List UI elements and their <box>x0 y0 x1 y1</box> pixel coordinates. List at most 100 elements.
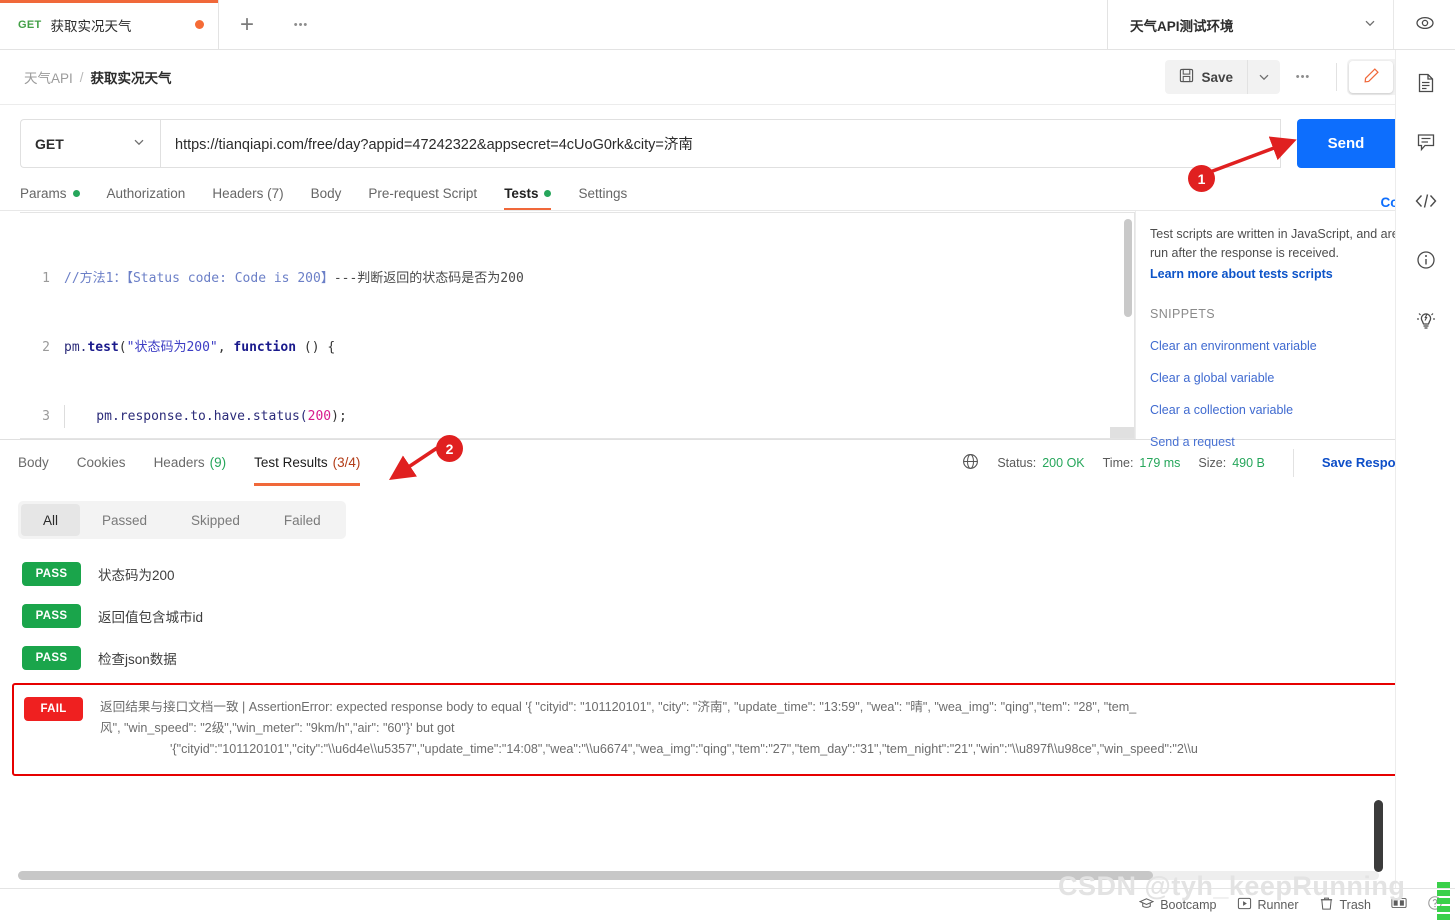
time-metric: Time: 179 ms <box>1103 456 1181 470</box>
request-tab-title: 获取实况天气 <box>50 18 132 34</box>
size-label: Size: <box>1198 455 1227 470</box>
trash-button[interactable]: Trash <box>1319 896 1372 914</box>
environment-name: 天气API测试环境 <box>1130 18 1234 34</box>
tab-headers[interactable]: Headers (7) <box>212 186 300 210</box>
breadcrumb-request-name[interactable]: 获取实况天气 <box>91 67 172 87</box>
chevron-down-icon <box>1363 16 1377 33</box>
test-result-row: PASS 检查json数据 <box>0 637 1455 679</box>
status-value: 200 OK <box>1042 455 1085 470</box>
eye-icon <box>1415 13 1435 36</box>
time-label: Time: <box>1102 455 1134 470</box>
response-headers-count: (9) <box>209 455 227 470</box>
code-line: 1 //方法1：【Status code: Code is 200】---判断返回… <box>20 267 1134 290</box>
size-metric: Size: 490 B <box>1198 456 1264 470</box>
response-horizontal-scrollbar[interactable] <box>0 865 1393 887</box>
params-indicator-dot <box>72 190 80 197</box>
bootcamp-label: Bootcamp <box>1160 897 1217 912</box>
http-method-select[interactable]: GET <box>20 119 160 168</box>
response-tab-test-results[interactable]: Test Results (3/4) <box>254 440 361 486</box>
runner-button[interactable]: Runner <box>1237 896 1299 914</box>
bootcamp-button[interactable]: Bootcamp <box>1138 896 1217 914</box>
status-badge: PASS <box>22 604 81 628</box>
bootcamp-icon <box>1138 896 1155 914</box>
response-tab-body[interactable]: Body <box>18 440 49 486</box>
trash-label: Trash <box>1339 897 1372 912</box>
failed-test-message: 返回结果与接口文档一致 | AssertionError: expected r… <box>100 697 1431 760</box>
annotation-marker-1: 1 <box>1188 165 1215 192</box>
breadcrumb-separator: / <box>79 69 84 85</box>
tab-settings[interactable]: Settings <box>578 186 644 210</box>
line-number: 2 <box>42 340 50 355</box>
documentation-icon[interactable] <box>1415 72 1437 97</box>
comments-icon[interactable] <box>1415 131 1437 156</box>
tab-bar: GET 获取实况天气 + ••• 天气API测试环境 <box>0 0 1455 50</box>
tab-pre-request-script[interactable]: Pre-request Script <box>368 186 494 210</box>
test-results-list: PASS 状态码为200 PASS 返回值包含城市id PASS 检查json数… <box>0 553 1455 776</box>
new-tab-button[interactable]: + <box>219 0 275 49</box>
floppy-disk-icon <box>1179 68 1194 86</box>
line-content: //方法1：【Status code: Code is 200】---判断返回的… <box>64 271 524 286</box>
globe-icon <box>962 453 979 473</box>
failed-message-line-3: '{"cityid":"101120101","city":"\\u6d4e\\… <box>170 742 1198 756</box>
tab-options-icon[interactable]: ••• <box>275 0 327 49</box>
lightbulb-icon[interactable] <box>1414 308 1438 335</box>
tab-tests[interactable]: Tests <box>504 186 568 210</box>
request-tab-active[interactable]: GET 获取实况天气 <box>0 0 219 49</box>
response-tab-headers-label: Headers <box>153 455 205 470</box>
line-content: pm.response.to.have.status(200); <box>64 405 347 428</box>
status-bar: Bootcamp Runner Trash <box>0 888 1455 920</box>
tab-params[interactable]: Params <box>20 186 97 210</box>
tab-settings-label: Settings <box>578 186 628 201</box>
tests-editor-area: 1 //方法1：【Status code: Code is 200】---判断返回… <box>0 211 1455 449</box>
tab-headers-label: Headers (7) <box>212 186 284 201</box>
test-result-row: PASS 状态码为200 <box>0 553 1455 595</box>
filter-failed[interactable]: Failed <box>262 504 343 536</box>
tab-body-label: Body <box>310 186 342 201</box>
tab-bar-spacer <box>327 0 1108 49</box>
response-vertical-scrollbar[interactable] <box>1374 800 1383 872</box>
runner-label: Runner <box>1257 897 1299 912</box>
code-snippet-icon[interactable] <box>1414 190 1438 215</box>
url-input[interactable]: https://tianqiapi.com/free/day?appid=472… <box>160 119 1281 168</box>
tab-params-label: Params <box>20 186 67 201</box>
tab-authorization[interactable]: Authorization <box>107 186 203 210</box>
test-result-row: PASS 返回值包含城市id <box>0 595 1455 637</box>
response-meta: Status: 200 OK Time: 179 ms Size: 490 B … <box>962 448 1439 477</box>
test-result-filters: All Passed Skipped Failed <box>18 501 346 539</box>
filter-passed[interactable]: Passed <box>80 504 169 536</box>
response-tab-headers[interactable]: Headers (9) <box>154 440 227 486</box>
line-content: pm.test("状态码为200", function () { <box>64 340 336 355</box>
filter-skipped[interactable]: Skipped <box>169 504 262 536</box>
status-metric: Status: 200 OK <box>997 456 1084 470</box>
time-value: 179 ms <box>1139 455 1181 470</box>
test-results-count: (3/4) <box>332 455 361 470</box>
toolbar-divider <box>1336 63 1337 91</box>
edit-mode-button[interactable] <box>1349 61 1393 93</box>
two-pane-view-button[interactable] <box>1391 896 1407 913</box>
environment-selector[interactable]: 天气API测试环境 <box>1108 0 1393 49</box>
right-icon-rail <box>1395 50 1455 888</box>
code-lines: 1 //方法1：【Status code: Code is 200】---判断返回… <box>20 213 1134 438</box>
save-options-button[interactable] <box>1248 60 1280 94</box>
breadcrumb-collection[interactable]: 天气API <box>24 67 73 87</box>
annotation-marker-2: 2 <box>436 435 463 462</box>
scrollbar-thumb[interactable] <box>18 871 1153 880</box>
request-more-actions-button[interactable]: ••• <box>1280 60 1326 94</box>
response-tab-cookies[interactable]: Cookies <box>77 440 126 486</box>
filter-all[interactable]: All <box>21 504 81 536</box>
tests-indicator-dot <box>544 190 552 197</box>
tab-tests-label: Tests <box>504 186 539 201</box>
save-button[interactable]: Save <box>1165 60 1248 94</box>
status-bar-actions: Bootcamp Runner Trash <box>1138 895 1443 914</box>
editor-horizontal-scrollbar[interactable] <box>1110 427 1134 438</box>
tests-code-editor[interactable]: 1 //方法1：【Status code: Code is 200】---判断返回… <box>20 212 1135 439</box>
failed-message-line-1: 返回结果与接口文档一致 | AssertionError: expected r… <box>100 700 1137 714</box>
tab-pre-request-script-label: Pre-request Script <box>368 186 478 201</box>
environment-quick-look-button[interactable] <box>1393 0 1455 49</box>
info-icon[interactable] <box>1415 249 1437 274</box>
request-tab-method: GET <box>18 18 42 31</box>
pencil-icon <box>1363 67 1380 87</box>
chevron-down-icon <box>132 135 146 152</box>
tab-body[interactable]: Body <box>311 186 359 210</box>
editor-vertical-scrollbar[interactable] <box>1124 219 1132 317</box>
